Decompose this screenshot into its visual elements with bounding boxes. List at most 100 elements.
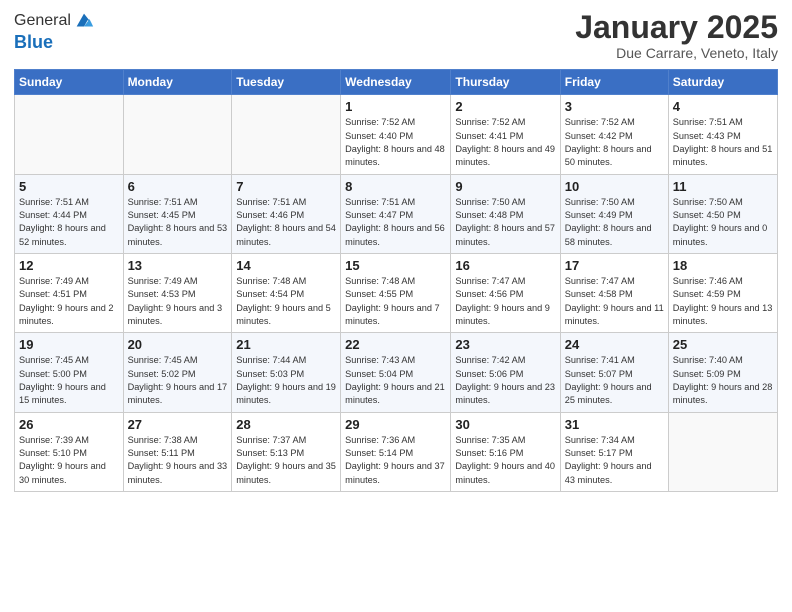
day-number: 14 [236,258,336,273]
calendar-table: Sunday Monday Tuesday Wednesday Thursday… [14,69,778,492]
day-info: Sunrise: 7:45 AM Sunset: 5:00 PM Dayligh… [19,354,119,407]
table-row: 14 Sunrise: 7:48 AM Sunset: 4:54 PM Dayli… [232,253,341,332]
logo-icon [73,10,95,32]
table-row [15,95,124,174]
day-info: Sunrise: 7:48 AM Sunset: 4:55 PM Dayligh… [345,275,446,328]
day-number: 27 [128,417,228,432]
day-number: 18 [673,258,773,273]
day-number: 28 [236,417,336,432]
table-row: 20Sunrise: 7:45 AM Sunset: 5:02 PM Dayli… [123,333,232,412]
table-row: 1 Sunrise: 7:52 AM Sunset: 4:40 PM Daylig… [341,95,451,174]
day-number: 29 [345,417,446,432]
day-info: Sunrise: 7:46 AM Sunset: 4:59 PM Dayligh… [673,275,773,328]
calendar-week-row: 1 Sunrise: 7:52 AM Sunset: 4:40 PM Daylig… [15,95,778,174]
day-number: 3 [565,99,664,114]
table-row: 12 Sunrise: 7:49 AM Sunset: 4:51 PM Dayli… [15,253,124,332]
table-row: 17 Sunrise: 7:47 AM Sunset: 4:58 PM Dayli… [560,253,668,332]
day-number: 4 [673,99,773,114]
col-tuesday: Tuesday [232,70,341,95]
day-number: 20 [128,337,228,352]
table-row: 28 Sunrise: 7:37 AM Sunset: 5:13 PM Dayli… [232,412,341,491]
day-info: Sunrise: 7:40 AM Sunset: 5:09 PM Dayligh… [673,354,773,407]
month-title: January 2025 [575,10,778,45]
day-number: 15 [345,258,446,273]
day-info: Sunrise: 7:51 AM Sunset: 4:44 PM Dayligh… [19,196,119,249]
table-row: 30 Sunrise: 7:35 AM Sunset: 5:16 PM Dayli… [451,412,560,491]
logo: General Blue [14,10,95,53]
calendar-week-row: 19 Sunrise: 7:45 AM Sunset: 5:00 PM Dayli… [15,333,778,412]
day-number: 30 [455,417,555,432]
table-row: 7Sunrise: 7:51 AM Sunset: 4:46 PM Daylig… [232,174,341,253]
table-row: 15 Sunrise: 7:48 AM Sunset: 4:55 PM Dayli… [341,253,451,332]
day-info: Sunrise: 7:51 AM Sunset: 4:43 PM Dayligh… [673,116,773,169]
day-info: Sunrise: 7:44 AM Sunset: 5:03 PM Dayligh… [236,354,336,407]
calendar-week-row: 5 Sunrise: 7:51 AM Sunset: 4:44 PM Daylig… [15,174,778,253]
day-number: 2 [455,99,555,114]
day-info: Sunrise: 7:37 AM Sunset: 5:13 PM Dayligh… [236,434,336,487]
logo-general-text: General [14,12,71,30]
table-row: 26 Sunrise: 7:39 AM Sunset: 5:10 PM Dayli… [15,412,124,491]
day-number: 21 [236,337,336,352]
table-row: 22Sunrise: 7:43 AM Sunset: 5:04 PM Dayli… [341,333,451,412]
day-info: Sunrise: 7:41 AM Sunset: 5:07 PM Dayligh… [565,354,664,407]
table-row: 31Sunrise: 7:34 AM Sunset: 5:17 PM Dayli… [560,412,668,491]
table-row: 25Sunrise: 7:40 AM Sunset: 5:09 PM Dayli… [668,333,777,412]
day-info: Sunrise: 7:42 AM Sunset: 5:06 PM Dayligh… [455,354,555,407]
table-row: 3Sunrise: 7:52 AM Sunset: 4:42 PM Daylig… [560,95,668,174]
day-number: 10 [565,179,664,194]
table-row [668,412,777,491]
day-info: Sunrise: 7:47 AM Sunset: 4:56 PM Dayligh… [455,275,555,328]
day-info: Sunrise: 7:50 AM Sunset: 4:48 PM Dayligh… [455,196,555,249]
day-info: Sunrise: 7:49 AM Sunset: 4:53 PM Dayligh… [128,275,228,328]
day-info: Sunrise: 7:52 AM Sunset: 4:41 PM Dayligh… [455,116,555,169]
day-number: 11 [673,179,773,194]
table-row: 29 Sunrise: 7:36 AM Sunset: 5:14 PM Dayli… [341,412,451,491]
table-row: 13 Sunrise: 7:49 AM Sunset: 4:53 PM Dayli… [123,253,232,332]
table-row: 10 Sunrise: 7:50 AM Sunset: 4:49 PM Dayli… [560,174,668,253]
day-info: Sunrise: 7:50 AM Sunset: 4:50 PM Dayligh… [673,196,773,249]
day-number: 1 [345,99,446,114]
day-number: 22 [345,337,446,352]
day-info: Sunrise: 7:39 AM Sunset: 5:10 PM Dayligh… [19,434,119,487]
location: Due Carrare, Veneto, Italy [575,45,778,61]
col-sunday: Sunday [15,70,124,95]
day-info: Sunrise: 7:35 AM Sunset: 5:16 PM Dayligh… [455,434,555,487]
day-info: Sunrise: 7:48 AM Sunset: 4:54 PM Dayligh… [236,275,336,328]
table-row: 9 Sunrise: 7:50 AM Sunset: 4:48 PM Daylig… [451,174,560,253]
day-number: 13 [128,258,228,273]
day-number: 19 [19,337,119,352]
table-row: 27Sunrise: 7:38 AM Sunset: 5:11 PM Dayli… [123,412,232,491]
calendar-header-row: Sunday Monday Tuesday Wednesday Thursday… [15,70,778,95]
table-row: 6Sunrise: 7:51 AM Sunset: 4:45 PM Daylig… [123,174,232,253]
col-friday: Friday [560,70,668,95]
title-block: January 2025 Due Carrare, Veneto, Italy [575,10,778,61]
table-row: 4 Sunrise: 7:51 AM Sunset: 4:43 PM Daylig… [668,95,777,174]
col-wednesday: Wednesday [341,70,451,95]
day-number: 16 [455,258,555,273]
day-number: 31 [565,417,664,432]
col-thursday: Thursday [451,70,560,95]
day-number: 26 [19,417,119,432]
table-row [123,95,232,174]
table-row: 2 Sunrise: 7:52 AM Sunset: 4:41 PM Daylig… [451,95,560,174]
logo-blue-text: Blue [14,32,53,52]
day-number: 8 [345,179,446,194]
day-info: Sunrise: 7:36 AM Sunset: 5:14 PM Dayligh… [345,434,446,487]
day-number: 6 [128,179,228,194]
table-row [232,95,341,174]
day-info: Sunrise: 7:51 AM Sunset: 4:47 PM Dayligh… [345,196,446,249]
table-row: 24Sunrise: 7:41 AM Sunset: 5:07 PM Dayli… [560,333,668,412]
table-row: 19 Sunrise: 7:45 AM Sunset: 5:00 PM Dayli… [15,333,124,412]
table-row: 5 Sunrise: 7:51 AM Sunset: 4:44 PM Daylig… [15,174,124,253]
day-number: 17 [565,258,664,273]
day-number: 9 [455,179,555,194]
calendar-week-row: 26 Sunrise: 7:39 AM Sunset: 5:10 PM Dayli… [15,412,778,491]
day-number: 12 [19,258,119,273]
day-info: Sunrise: 7:52 AM Sunset: 4:40 PM Dayligh… [345,116,446,169]
day-info: Sunrise: 7:49 AM Sunset: 4:51 PM Dayligh… [19,275,119,328]
day-info: Sunrise: 7:50 AM Sunset: 4:49 PM Dayligh… [565,196,664,249]
day-info: Sunrise: 7:47 AM Sunset: 4:58 PM Dayligh… [565,275,664,328]
day-number: 5 [19,179,119,194]
header: General Blue January 2025 Due Carrare, V… [14,10,778,61]
day-number: 7 [236,179,336,194]
